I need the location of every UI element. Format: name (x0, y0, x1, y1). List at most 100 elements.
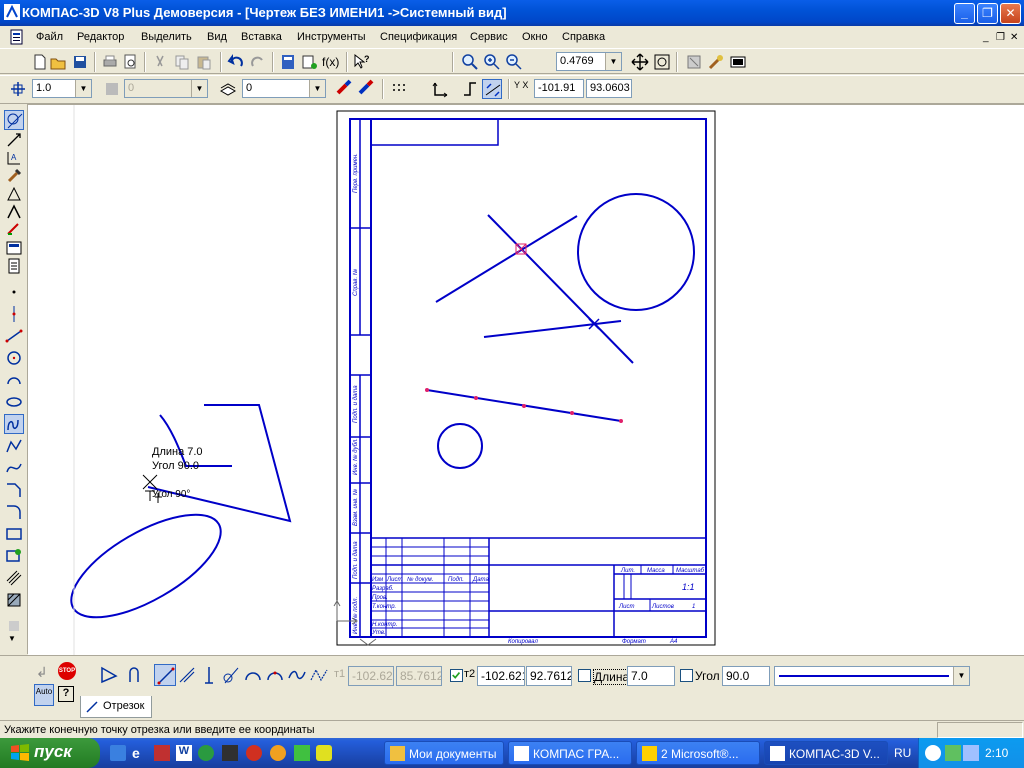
local-snap-icon[interactable] (356, 79, 376, 99)
chevron-down-icon[interactable]: ▼ (309, 80, 325, 97)
chevron-down-icon[interactable]: ▼ (75, 80, 91, 97)
pan-icon[interactable] (630, 52, 650, 72)
layer-combo[interactable]: 0 ▼ (242, 79, 326, 98)
menu-insert[interactable]: Вставка (241, 31, 282, 43)
start-button[interactable]: пуск (0, 738, 100, 768)
properties-icon[interactable] (300, 52, 320, 72)
parallel-segment-icon[interactable] (176, 664, 198, 686)
task-kompas-3d[interactable]: КОМПАС-3D V... (764, 741, 888, 765)
word-icon[interactable]: W (176, 745, 192, 761)
mdi-restore-button[interactable]: ❐ (996, 32, 1005, 43)
drawing-canvas[interactable]: Перв. примен. Справ. № Подп. и дата Инв.… (28, 104, 1024, 656)
open-folder-icon[interactable] (48, 52, 68, 72)
t2-checkbox[interactable] (450, 669, 463, 682)
app-icon-5[interactable] (270, 745, 286, 761)
help-icon[interactable]: ? (58, 686, 74, 702)
bezier-tool-icon[interactable] (4, 458, 24, 478)
menu-window[interactable]: Окно (522, 31, 548, 43)
menu-view[interactable]: Вид (207, 31, 227, 43)
tools-icon[interactable] (706, 52, 726, 72)
back-arrow-icon[interactable]: ↲ (36, 664, 56, 680)
app-icon-7[interactable] (316, 745, 332, 761)
ellipse-tool-icon[interactable] (4, 392, 24, 412)
app-icon-4[interactable] (246, 745, 262, 761)
editing-palette-icon[interactable] (4, 166, 24, 186)
auxiliary-line-icon[interactable] (4, 304, 24, 324)
zigzag-segment-icon[interactable] (308, 664, 330, 686)
snap-magnet-icon[interactable] (334, 79, 354, 99)
screen-icon[interactable] (728, 52, 748, 72)
maximize-button[interactable]: ❐ (977, 3, 998, 24)
dimensions-palette-icon[interactable] (4, 130, 24, 150)
stop-icon[interactable]: STOP (58, 662, 76, 680)
fillet-tool-icon[interactable] (4, 502, 24, 522)
parametrization-palette-icon[interactable] (4, 184, 24, 204)
chamfer-tool-icon[interactable] (4, 480, 24, 500)
parametric-mode-icon[interactable] (482, 79, 502, 99)
paste-icon[interactable] (194, 52, 214, 72)
mdi-close-button[interactable]: ✕ (1010, 32, 1018, 43)
geometry-palette-icon[interactable] (4, 110, 24, 130)
select-palette-icon[interactable] (4, 220, 24, 240)
task-kompas-gra[interactable]: КОМПАС ГРА... (508, 741, 632, 765)
point-tool-icon[interactable] (4, 282, 24, 302)
style-icon[interactable] (102, 79, 122, 99)
show-all-icon[interactable] (652, 52, 672, 72)
ie-icon[interactable]: e (132, 745, 148, 761)
grid-icon[interactable] (390, 79, 410, 99)
cut-icon[interactable] (150, 52, 170, 72)
scroll-down-icon[interactable]: ▼ (8, 634, 16, 643)
menu-file[interactable]: Файл (36, 31, 63, 43)
length-field[interactable]: 7.0 (627, 666, 675, 686)
zoom-in-icon[interactable] (482, 52, 502, 72)
app-icon-3[interactable] (222, 745, 238, 761)
print-icon[interactable] (100, 52, 120, 72)
contour-tool-icon[interactable] (4, 546, 24, 566)
tab-segment[interactable]: Отрезок (80, 696, 152, 718)
segment-mode-icon[interactable] (154, 664, 176, 686)
menu-tools[interactable]: Инструменты (297, 31, 366, 43)
spec-palette-icon[interactable] (4, 238, 24, 258)
zoom-combo[interactable]: 0.4769 ▼ (556, 52, 622, 71)
tray-volume-icon[interactable] (963, 745, 979, 761)
zoom-icon[interactable] (460, 52, 480, 72)
app-icon-6[interactable] (294, 745, 310, 761)
continuous-input-icon[interactable] (4, 414, 24, 434)
tray-network-icon[interactable] (945, 745, 961, 761)
hatch-tool-icon[interactable] (4, 568, 24, 588)
step-combo[interactable]: 1.0 ▼ (32, 79, 92, 98)
vertical-segment-icon[interactable] (198, 664, 220, 686)
polyline-tool-icon[interactable] (4, 436, 24, 456)
arc-tool-icon[interactable] (4, 370, 24, 390)
drawing-svg[interactable]: Перв. примен. Справ. № Подп. и дата Инв.… (28, 105, 1024, 656)
fill-tool-icon[interactable] (4, 590, 24, 610)
snap-step-icon[interactable] (8, 79, 28, 99)
wave-segment-icon[interactable] (286, 664, 308, 686)
close-button[interactable]: ✕ (1000, 3, 1021, 24)
minimize-button[interactable]: _ (954, 3, 975, 24)
t2-x-field[interactable]: -102.621 (477, 666, 525, 686)
menu-service[interactable]: Сервис (470, 31, 508, 43)
segment-style2-icon[interactable] (126, 664, 148, 686)
language-indicator[interactable]: RU (894, 746, 911, 760)
line-style-combo[interactable]: ▼ (774, 666, 970, 686)
show-desktop-icon[interactable] (110, 745, 126, 761)
formula-icon[interactable]: f(x) (322, 52, 342, 72)
chevron-down-icon[interactable]: ▼ (953, 667, 969, 685)
help-pointer-icon[interactable]: ? (352, 52, 372, 72)
copy-icon[interactable] (172, 52, 192, 72)
menu-help[interactable]: Справка (562, 31, 605, 43)
mdi-minimize-button[interactable]: _ (983, 32, 989, 43)
app-icon-2[interactable] (198, 745, 214, 761)
coord-x-field[interactable]: -101.91 (534, 79, 584, 98)
notation-palette-icon[interactable]: A (4, 148, 24, 168)
tray-arrow-icon[interactable] (925, 745, 941, 761)
menu-edit[interactable]: Редактор (77, 31, 124, 43)
task-my-documents[interactable]: Мои документы (384, 741, 504, 765)
print-preview-icon[interactable] (120, 52, 140, 72)
menu-specification[interactable]: Спецификация (380, 31, 457, 43)
angle-field[interactable]: 90.0 (722, 666, 770, 686)
t2-y-field[interactable]: 92.7612 (526, 666, 572, 686)
redo-icon[interactable] (248, 52, 268, 72)
save-icon[interactable] (70, 52, 90, 72)
